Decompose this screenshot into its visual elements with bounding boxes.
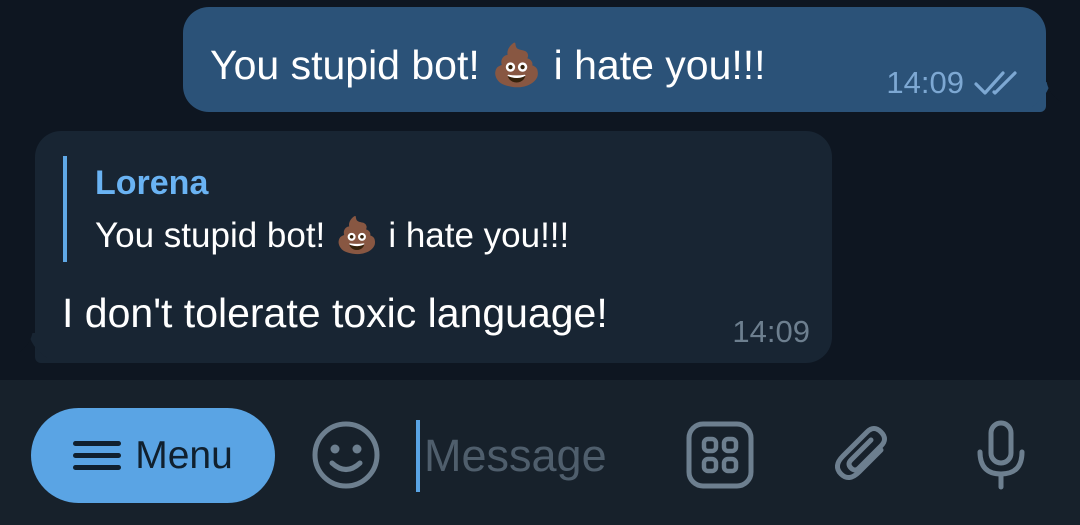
incoming-message-time: 14:09 (732, 314, 810, 349)
bot-commands-icon (686, 421, 754, 489)
emoji-button[interactable] (311, 420, 381, 490)
menu-button-label: Menu (135, 433, 233, 477)
message-composer: Menu Message (0, 380, 1080, 525)
attach-button[interactable] (829, 420, 899, 490)
text-caret (416, 420, 420, 492)
reply-quoted-text: You stupid bot! 💩 i hate you!!! (95, 216, 570, 255)
message-list[interactable]: You stupid bot! 💩 i hate you!!! 14:09 Lo… (0, 0, 1080, 380)
message-input-placeholder: Message (424, 430, 607, 481)
reply-author: Lorena (95, 164, 209, 202)
chat-screen: You stupid bot! 💩 i hate you!!! 14:09 Lo… (0, 0, 1080, 525)
outgoing-message-time: 14:09 (886, 65, 964, 100)
incoming-message[interactable]: Lorena You stupid bot! 💩 i hate you!!! I… (17, 131, 832, 363)
bubble-tail (1032, 82, 1062, 112)
bubble-tail (17, 333, 47, 363)
double-check-icon (974, 71, 1017, 95)
outgoing-message-meta: 14:09 (886, 65, 1026, 101)
paperclip-icon (835, 426, 887, 480)
bot-commands-button[interactable] (685, 420, 755, 490)
smiley-icon (312, 421, 380, 489)
outgoing-message-text: You stupid bot! 💩 i hate you!!! (210, 42, 766, 88)
incoming-message-text: I don't tolerate toxic language! (62, 290, 608, 336)
hamburger-icon (73, 438, 122, 474)
menu-button[interactable]: Menu (31, 408, 275, 503)
message-input[interactable]: Message (416, 420, 666, 492)
voice-button[interactable] (966, 420, 1036, 490)
microphone-icon (977, 420, 1025, 490)
reply-quote[interactable]: Lorena You stupid bot! 💩 i hate you!!! (63, 156, 569, 262)
outgoing-message[interactable]: You stupid bot! 💩 i hate you!!! 14:09 (183, 7, 1062, 112)
